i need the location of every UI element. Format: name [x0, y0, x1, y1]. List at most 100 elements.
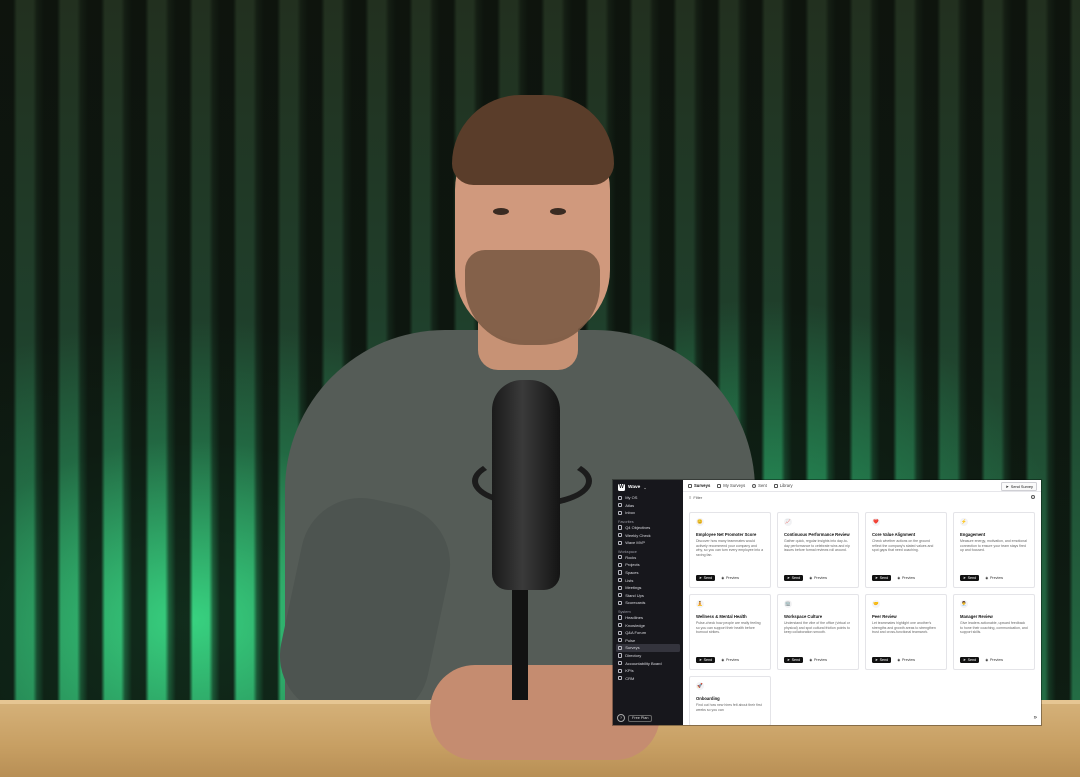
sidebar-item-label: My OS — [625, 495, 638, 501]
free-plan-button[interactable]: Free Plan — [628, 714, 653, 722]
survey-card-core-value-alignment[interactable]: ❤️ Core Value Alignment Check whether acti… — [865, 512, 947, 588]
target-icon — [618, 525, 623, 530]
sidebar-item-rocks[interactable]: Rocks — [613, 554, 683, 562]
send-survey-button[interactable]: ➤ Send Survey — [1001, 482, 1037, 491]
preview-button[interactable]: ◉ Preview — [718, 657, 742, 663]
sidebar: W Wave ⌄ My OS Atlas Inbox Favorites Q4 Ob… — [613, 480, 683, 725]
sidebar-item-stand-ups[interactable]: Stand Ups — [613, 592, 683, 600]
filter-icon[interactable]: ≡ — [689, 495, 691, 500]
survey-actions: ➤ Send ◉ Preview — [784, 575, 830, 581]
sidebar-item-kpis[interactable]: KPIs — [613, 667, 683, 675]
filter-bar: ≡ Filter — [683, 492, 1041, 502]
chat-icon — [618, 630, 623, 635]
sidebar-item-knowledge[interactable]: Knowledge — [613, 621, 683, 629]
preview-button[interactable]: ◉ Preview — [806, 657, 830, 663]
eye-icon: ◉ — [897, 576, 901, 580]
tab-my-surveys[interactable]: My Surveys — [717, 483, 745, 488]
survey-actions: ➤ Send ◉ Preview — [696, 657, 742, 663]
survey-description: Find out how new hires felt about their … — [696, 703, 762, 712]
send-button[interactable]: ➤ Send — [960, 575, 980, 581]
survey-card-engagement[interactable]: ⚡ Engagement Measure energy, motivation, a… — [953, 512, 1035, 588]
sidebar-item-my-os[interactable]: My OS — [613, 494, 683, 502]
tab-library[interactable]: Library — [773, 483, 793, 488]
preview-button[interactable]: ◉ Preview — [718, 575, 742, 581]
preview-button[interactable]: ◉ Preview — [806, 575, 830, 581]
preview-label: Preview — [989, 576, 1004, 580]
compass-icon — [618, 503, 623, 508]
search-icon[interactable] — [1031, 495, 1035, 499]
sidebar-item-label: Rocks — [625, 554, 637, 560]
person-eye-right — [550, 208, 566, 215]
pulse-icon — [618, 638, 623, 643]
survey-card-onboarding[interactable]: 🚀 Onboarding Find out how new hires felt a… — [689, 676, 771, 725]
survey-card-manager-review[interactable]: 👨‍💼 Manager Review Give leaders actionable… — [953, 594, 1035, 670]
sidebar-item-label: Projects — [625, 562, 640, 568]
send-icon: ➤ — [1005, 483, 1009, 489]
list-icon — [618, 578, 623, 583]
sidebar-item-crm[interactable]: CRM — [613, 674, 683, 682]
send-button[interactable]: ➤ Send — [960, 657, 980, 663]
help-icon[interactable]: ? — [617, 714, 625, 722]
sidebar-item-atlas[interactable]: Atlas — [613, 502, 683, 510]
sidebar-item-meetings[interactable]: Meetings — [613, 584, 683, 592]
filter-button[interactable]: Filter — [693, 495, 702, 500]
sidebar-item-label: Q4 Objectives — [625, 525, 651, 531]
sidebar-item-headlines[interactable]: Headlines — [613, 614, 683, 622]
sidebar-item-pulse[interactable]: Pulse — [613, 637, 683, 645]
preview-button[interactable]: ◉ Preview — [894, 575, 918, 581]
survey-description: Check whether actions on the ground refl… — [872, 539, 934, 553]
survey-card-continuous-performance-review[interactable]: 📈 Continuous Performance Review Gather qui… — [777, 512, 859, 588]
survey-emoji-icon: 😊 — [696, 518, 704, 526]
survey-card-employee-net-promoter-score[interactable]: 😊 Employee Net Promoter Score Discover how… — [689, 512, 771, 588]
survey-card-peer-review[interactable]: 🤝 Peer Review Let teammates highlight one … — [865, 594, 947, 670]
send-label: Send — [703, 658, 713, 662]
gauge-icon — [618, 668, 623, 673]
preview-button[interactable]: ◉ Preview — [982, 575, 1006, 581]
sidebar-item-lists[interactable]: Lists — [613, 576, 683, 584]
send-button[interactable]: ➤ Send — [784, 575, 804, 581]
sidebar-item-directory[interactable]: Directory — [613, 652, 683, 660]
tab-label: Library — [779, 483, 793, 488]
folder-icon — [618, 562, 623, 568]
tab-surveys[interactable]: Surveys — [688, 483, 710, 488]
send-button[interactable]: ➤ Send — [696, 575, 716, 581]
sidebar-item-q-a-forum[interactable]: Q&A Forum — [613, 629, 683, 637]
sidebar-item-projects[interactable]: Projects — [613, 561, 683, 569]
send-button[interactable]: ➤ Send — [696, 657, 716, 663]
survey-actions: ➤ Send ◉ Preview — [784, 657, 830, 663]
sidebar-item-scorecards[interactable]: Scorecards — [613, 599, 683, 607]
preview-button[interactable]: ◉ Preview — [982, 657, 1006, 663]
inbox-icon — [618, 510, 623, 516]
survey-card-wellness-mental-health[interactable]: 🧘 Wellness & Mental Health Pulse-check how… — [689, 594, 771, 670]
eye-icon: ◉ — [897, 658, 901, 662]
home-icon — [618, 495, 623, 500]
sidebar-item-inbox[interactable]: Inbox — [613, 509, 683, 517]
sidebar-item-weekly-check[interactable]: Weekly Check — [613, 531, 683, 539]
survey-actions: ➤ Send ◉ Preview — [960, 657, 1006, 663]
survey-card-grid: 😊 Employee Net Promoter Score Discover how… — [689, 512, 1037, 725]
sidebar-item-wave-mvp[interactable]: Wave MVP — [613, 539, 683, 547]
tab-label: Surveys — [694, 483, 711, 488]
send-button[interactable]: ➤ Send — [872, 575, 892, 581]
main-content: Surveys My Surveys Sent Library ➤ Send Su… — [683, 480, 1041, 725]
workspace-switcher[interactable]: W Wave ⌄ — [613, 480, 683, 494]
sidebar-item-label: Inbox — [625, 510, 635, 516]
preview-button[interactable]: ◉ Preview — [894, 657, 918, 663]
tab-label: My Surveys — [723, 483, 746, 488]
survey-card-workspace-culture[interactable]: 🏢 Workspace Culture Understand the vibe of… — [777, 594, 859, 670]
sidebar-item-accountability-board[interactable]: Accountability Board — [613, 659, 683, 667]
tab-sent[interactable]: Sent — [752, 483, 767, 488]
preview-label: Preview — [725, 576, 740, 580]
preview-label: Preview — [901, 658, 916, 662]
sidebar-item-label: Spaces — [625, 570, 639, 576]
sidebar-item-spaces[interactable]: Spaces — [613, 569, 683, 577]
send-button[interactable]: ➤ Send — [872, 657, 892, 663]
sidebar-item-q4-objectives[interactable]: Q4 Objectives — [613, 524, 683, 532]
sidebar-item-surveys[interactable]: Surveys — [616, 644, 680, 652]
newspaper-icon — [618, 615, 623, 620]
send-button[interactable]: ➤ Send — [784, 657, 804, 663]
chart-icon — [618, 600, 623, 606]
send-icon: ➤ — [963, 576, 967, 580]
sidebar-item-label: CRM — [625, 675, 635, 681]
collapse-panel-icon[interactable]: » — [1034, 715, 1037, 721]
